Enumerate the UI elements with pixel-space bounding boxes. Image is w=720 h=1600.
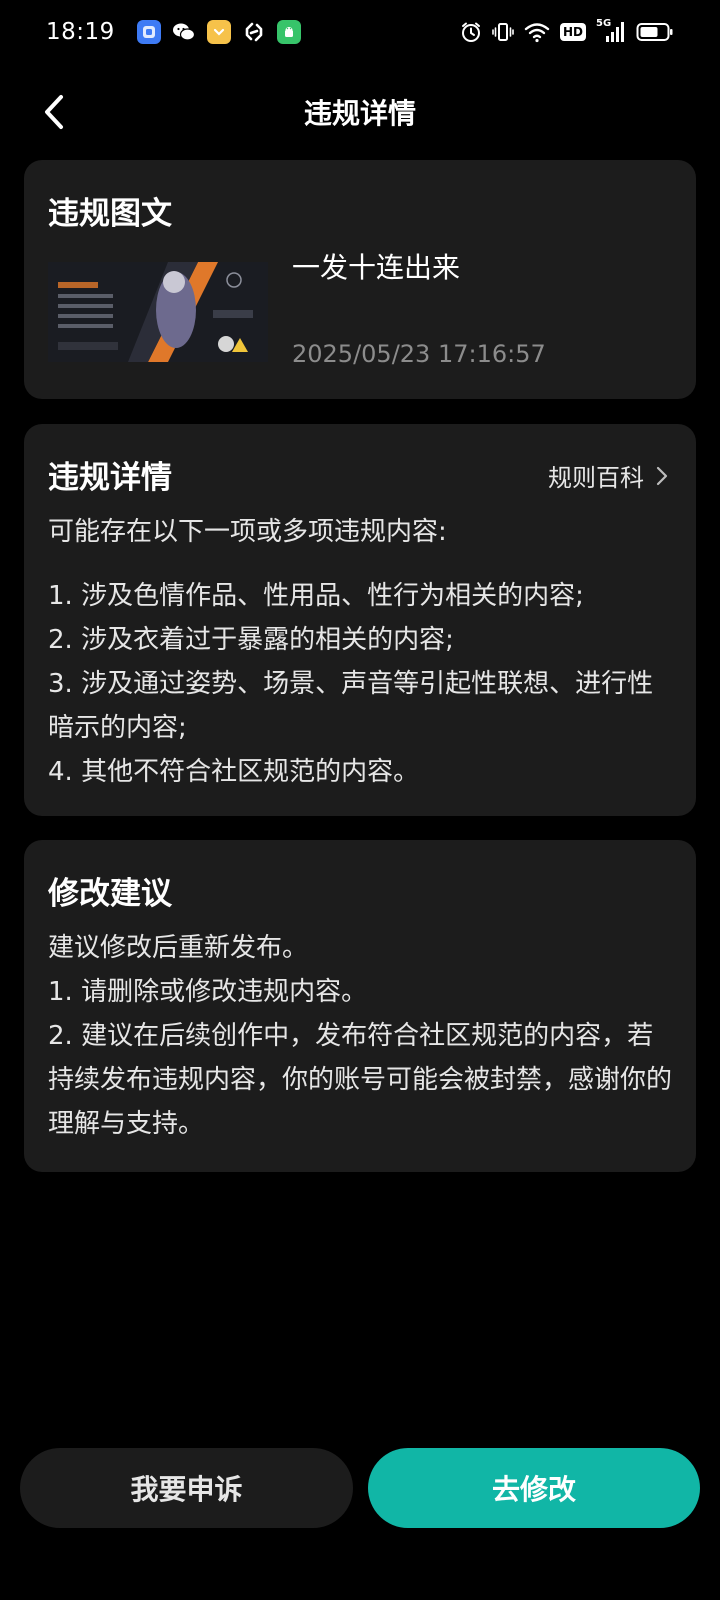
- back-button[interactable]: [30, 88, 78, 136]
- status-time: 18:19: [46, 19, 115, 45]
- alarm-icon: [460, 20, 482, 44]
- violation-item: 3. 涉及通过姿势、场景、声音等引起性联想、进行性暗示的内容;: [48, 669, 654, 743]
- violation-details-card: 违规详情 规则百科 可能存在以下一项或多项违规内容: 1. 涉及色情作品、性用品…: [24, 424, 696, 816]
- android-app-icon: [276, 20, 301, 44]
- modify-button[interactable]: 去修改: [368, 1448, 700, 1528]
- post-thumbnail[interactable]: [48, 262, 268, 362]
- violation-intro-text: 可能存在以下一项或多项违规内容:: [48, 517, 447, 547]
- suggestion-line: 2. 建议在后续创作中，发布符合社区规范的内容，若持续发布违规内容，你的账号可能…: [48, 1021, 673, 1139]
- wechat-icon: [172, 20, 196, 44]
- status-bar: 18:19 HD 5G: [0, 0, 720, 64]
- chevron-right-icon: [656, 466, 668, 485]
- screen: 18:19 HD 5G 违规详情 违规图文 一发十连出来 2025/05/23 …: [0, 0, 720, 1600]
- post-timestamp: 2025/05/23 17:16:57: [292, 340, 546, 368]
- violation-media-card: 违规图文 一发十连出来 2025/05/23 17:16:57: [24, 160, 696, 399]
- suggestion-line: 建议修改后重新发布。: [48, 933, 309, 963]
- post-title: 一发十连出来: [292, 251, 461, 284]
- page-title: 违规详情: [303, 97, 416, 130]
- link-app-icon: [242, 20, 266, 44]
- violation-details-title: 违规详情: [48, 460, 172, 496]
- chevron-left-icon: [45, 95, 63, 129]
- heart-app-icon: [206, 20, 231, 44]
- signal-icon: 5G: [596, 18, 626, 44]
- rules-wiki-link[interactable]: 规则百科: [548, 458, 668, 493]
- appeal-button[interactable]: 我要申诉: [20, 1448, 353, 1528]
- rules-wiki-label: 规则百科: [548, 464, 644, 492]
- suggestions-title: 修改建议: [48, 876, 172, 912]
- violation-list: 1. 涉及色情作品、性用品、性行为相关的内容; 2. 涉及衣着过于暴露的相关的内…: [48, 574, 676, 794]
- notification-icons: [136, 20, 301, 44]
- wifi-icon: [524, 20, 550, 44]
- vibrate-icon: [492, 20, 514, 44]
- network-type-label: 5G: [596, 18, 612, 29]
- violation-media-title: 违规图文: [48, 196, 172, 232]
- hd-icon: HD: [559, 20, 586, 44]
- hd-label: HD: [559, 23, 586, 41]
- suggestion-line: 1. 请删除或修改违规内容。: [48, 977, 368, 1007]
- page-header: 违规详情: [0, 78, 720, 146]
- violation-item: 1. 涉及色情作品、性用品、性行为相关的内容;: [48, 581, 584, 611]
- violation-item: 2. 涉及衣着过于暴露的相关的内容;: [48, 625, 454, 655]
- suggestions-card: 修改建议 建议修改后重新发布。 1. 请删除或修改违规内容。 2. 建议在后续创…: [24, 840, 696, 1172]
- system-icons: HD 5G: [460, 18, 674, 44]
- violation-item: 4. 其他不符合社区规范的内容。: [48, 757, 420, 787]
- blue-app-icon: [136, 20, 161, 44]
- battery-icon: [636, 20, 674, 44]
- suggestions-list: 建议修改后重新发布。 1. 请删除或修改违规内容。 2. 建议在后续创作中，发布…: [48, 926, 676, 1146]
